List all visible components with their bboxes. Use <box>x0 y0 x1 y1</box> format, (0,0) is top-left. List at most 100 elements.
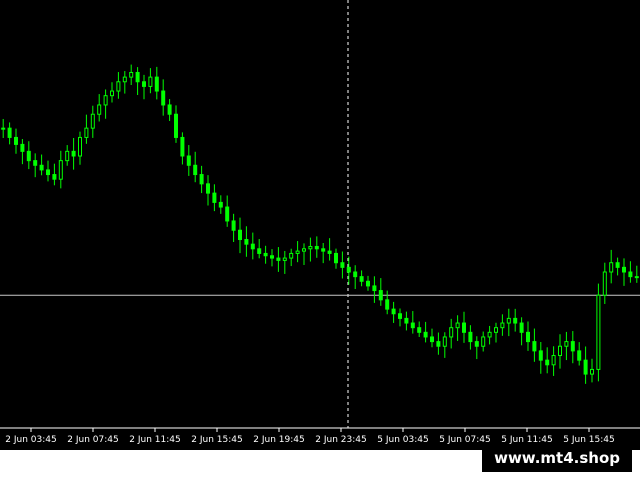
candle-body <box>218 201 223 208</box>
candle-body <box>500 322 505 329</box>
candle-body <box>327 250 332 254</box>
candle-body <box>378 290 383 301</box>
candle-body <box>65 150 70 162</box>
candle-body <box>622 266 626 273</box>
candle-body <box>116 81 121 92</box>
candle-body <box>359 276 364 282</box>
candle-body <box>1 127 6 130</box>
candle-body <box>78 136 82 157</box>
candle-body <box>129 71 134 78</box>
candle-body <box>142 81 146 87</box>
candle-body <box>634 276 639 279</box>
candle-body <box>551 355 556 366</box>
candle-body <box>570 341 575 352</box>
candle-body <box>7 127 12 138</box>
candle-body <box>167 104 172 115</box>
candle-body <box>532 341 537 352</box>
candle-body <box>33 160 38 166</box>
candle-body <box>372 285 377 292</box>
candle-body <box>455 322 460 329</box>
candle-body <box>244 239 249 245</box>
candle-body <box>212 192 217 203</box>
candle-body <box>289 252 294 259</box>
x-tick-label: 2 Jun 11:45 <box>129 435 180 445</box>
candle-body <box>39 164 44 171</box>
candle-body <box>346 266 351 273</box>
candle-body <box>340 262 345 268</box>
candle-body <box>302 248 306 252</box>
candle-body <box>487 331 492 338</box>
candle-body <box>462 322 466 333</box>
chart-svg: 2 Jun 03:45 2 Jun 07:45 2 Jun 11:45 2 Jun 1… <box>0 0 640 445</box>
candle-body <box>417 327 422 333</box>
candle-body <box>257 248 262 254</box>
candle-body <box>135 71 140 83</box>
x-tick-label: 5 Jun 03:45 <box>377 435 428 445</box>
candle-body <box>14 136 18 145</box>
candle-body <box>468 331 473 343</box>
candle-body <box>90 113 95 129</box>
candle-body <box>430 336 434 343</box>
candle-body <box>615 262 620 268</box>
watermark-label: www.mt4.shop <box>482 444 632 472</box>
candle-body <box>577 350 582 361</box>
candle-body <box>20 143 25 152</box>
candle-body <box>519 322 524 333</box>
candle-body <box>449 327 454 338</box>
candle-body <box>558 345 562 357</box>
candle-body <box>103 95 108 106</box>
candle-body <box>174 113 178 138</box>
candle-body <box>513 317 518 324</box>
candle-body <box>250 243 255 250</box>
candle-body <box>474 341 479 347</box>
candle-body <box>110 90 114 97</box>
candle-body <box>423 331 428 338</box>
candle-body <box>276 257 281 261</box>
candle-body <box>263 252 268 257</box>
candle-body <box>186 155 191 166</box>
candle-body <box>410 322 415 329</box>
candle-body <box>180 136 185 157</box>
candle-body <box>148 76 153 87</box>
candle-body <box>193 164 198 176</box>
candle-body <box>46 169 50 176</box>
candle-body <box>231 220 236 231</box>
candle-body <box>52 174 57 180</box>
candle-body <box>58 160 63 180</box>
x-tick-label: 2 Jun 23:45 <box>315 435 366 445</box>
candle-body <box>398 313 402 319</box>
candle-body <box>308 245 313 250</box>
candle-body <box>442 336 447 347</box>
candle-body <box>314 245 319 250</box>
candle-body <box>596 294 601 370</box>
x-tick-label: 2 Jun 07:45 <box>67 435 118 445</box>
candle-body <box>385 299 390 310</box>
candle-body <box>161 90 166 106</box>
x-tick-label: 2 Jun 03:45 <box>5 435 56 445</box>
candle-body <box>628 271 633 278</box>
candle-body <box>366 280 370 287</box>
candle-body <box>206 183 210 194</box>
candle-body <box>506 317 511 324</box>
candle-body <box>353 271 358 278</box>
candle-body <box>270 255 274 259</box>
candle-body <box>154 76 159 92</box>
candle-body <box>481 336 486 347</box>
candle-body <box>295 250 300 254</box>
candle-body <box>391 308 396 315</box>
candle-body <box>564 341 569 347</box>
candle-body <box>321 248 326 252</box>
candle-body <box>526 331 530 343</box>
price-chart[interactable]: 2 Jun 03:45 2 Jun 07:45 2 Jun 11:45 2 Jun 1… <box>0 0 640 450</box>
candle-body <box>238 229 242 241</box>
candle-body <box>602 271 607 296</box>
candle-body <box>71 150 76 157</box>
candle-body <box>334 252 338 264</box>
candle-body <box>26 150 31 162</box>
candle-body <box>282 257 287 261</box>
candle-body <box>538 350 543 361</box>
x-tick-label: 2 Jun 19:45 <box>253 435 304 445</box>
candle-body <box>436 341 441 347</box>
candle-body <box>609 262 614 273</box>
candle-body <box>225 206 230 222</box>
